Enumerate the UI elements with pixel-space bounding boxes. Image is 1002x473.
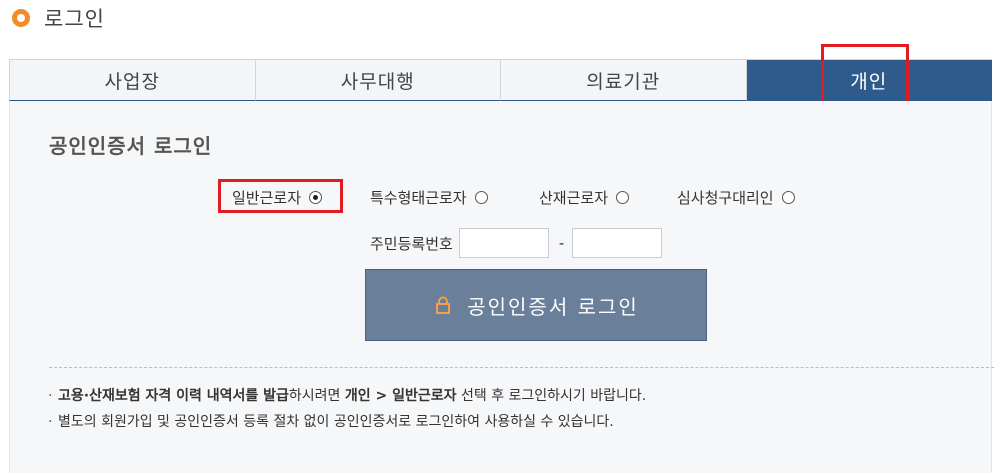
login-button-label: 공인인증서 로그인 (467, 294, 639, 319)
dashed-divider (49, 367, 994, 368)
note-text: 별도의 회원가입 및 공인인증서 등록 절차 없이 공인인증서로 로그인하여 사… (58, 414, 614, 430)
radio-industrial-accident-worker[interactable]: 산재근로자 (539, 181, 630, 213)
radio-label: 일반근로자 (232, 188, 302, 207)
lock-icon (436, 296, 451, 314)
tab-agency[interactable]: 사무대행 (255, 60, 501, 101)
resident-number-label: 주민등록번호 (370, 234, 453, 253)
notes: · 고용·산재보험 자격 이력 내역서를 발급하시려면 개인 > 일반근로자 선… (48, 383, 646, 435)
note-text: 선택 후 로그인하시기 바랍니다. (456, 388, 647, 404)
radio-appeal-agent[interactable]: 심사청구대리인 (677, 181, 795, 213)
note-bold-text: 고용·산재보험 자격 이력 내역서를 발급 (58, 388, 289, 404)
radio-label: 심사청구대리인 (677, 188, 774, 207)
login-type-tabs: 사업장 사무대행 의료기관 개인 (9, 59, 992, 101)
section-title: 공인인증서 로그인 (49, 134, 213, 158)
radio-unselected-icon[interactable] (616, 190, 630, 204)
resident-number-row: 주민등록번호 - (370, 226, 663, 260)
bullet: · (48, 388, 53, 404)
radio-general-worker[interactable]: 일반근로자 (232, 181, 323, 213)
note-bold-path: 개인 > 일반근로자 (344, 388, 457, 404)
page-title: 로그인 (44, 7, 105, 31)
page-header: 로그인 (12, 0, 105, 36)
note-no-registration: · 별도의 회원가입 및 공인인증서 등록 절차 없이 공인인증서로 로그인하여… (48, 409, 646, 435)
resident-number-first-input[interactable] (458, 228, 549, 258)
circle-bullet-icon (12, 9, 30, 27)
note-text: 하시려면 (288, 388, 345, 404)
radio-unselected-icon[interactable] (781, 190, 795, 204)
radio-label: 특수형태근로자 (370, 188, 467, 207)
tab-medical[interactable]: 의료기관 (501, 60, 747, 101)
certificate-login-button[interactable]: 공인인증서 로그인 (365, 269, 707, 341)
radio-unselected-icon[interactable] (474, 190, 488, 204)
radio-selected-icon[interactable] (309, 190, 323, 204)
radio-label: 산재근로자 (539, 188, 609, 207)
tab-business[interactable]: 사업장 (9, 60, 256, 101)
login-panel: 공인인증서 로그인 일반근로자 특수형태근로자 산재근로자 심사청구대리인 주민… (9, 101, 994, 473)
worker-type-radio-group: 일반근로자 특수형태근로자 산재근로자 심사청구대리인 (10, 181, 991, 213)
radio-special-worker[interactable]: 특수형태근로자 (370, 181, 488, 213)
bullet: · (48, 414, 53, 430)
resident-number-dash: - (558, 234, 565, 252)
note-certificate-issue: · 고용·산재보험 자격 이력 내역서를 발급하시려면 개인 > 일반근로자 선… (48, 383, 646, 409)
tab-personal[interactable]: 개인 (746, 60, 992, 101)
resident-number-second-input[interactable] (572, 228, 663, 258)
